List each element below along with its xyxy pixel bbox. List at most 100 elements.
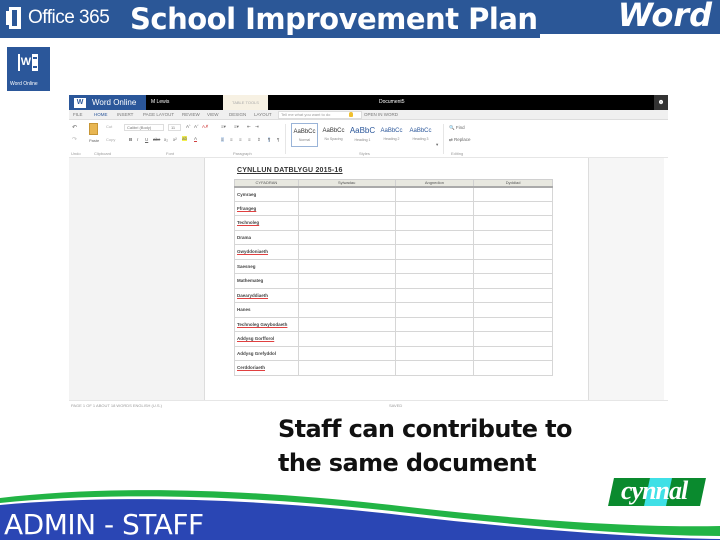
bold-icon[interactable]: B xyxy=(129,137,132,142)
subject-cell[interactable]: Cymraeg xyxy=(234,186,299,202)
empty-cell[interactable] xyxy=(473,316,553,332)
empty-cell[interactable] xyxy=(394,258,475,274)
tab-insert[interactable]: INSERT xyxy=(117,112,133,117)
ltr-icon[interactable]: ¶ xyxy=(268,137,271,142)
empty-cell[interactable] xyxy=(473,331,553,347)
empty-cell[interactable] xyxy=(394,316,475,332)
tab-review[interactable]: REVIEW xyxy=(182,112,200,117)
empty-cell[interactable] xyxy=(473,200,553,216)
align-center-icon[interactable]: ≡ xyxy=(230,137,233,142)
copy-button[interactable]: Copy xyxy=(106,137,115,142)
empty-cell[interactable] xyxy=(297,360,396,376)
align-right-icon[interactable]: ≡ xyxy=(239,137,242,142)
tab-view[interactable]: VIEW xyxy=(207,112,219,117)
tab-file[interactable]: FILE xyxy=(73,112,83,117)
clear-formatting-icon[interactable]: A✗ xyxy=(202,124,209,130)
subject-cell[interactable]: Addysg Gorfforol xyxy=(234,331,299,347)
empty-cell[interactable] xyxy=(394,345,475,361)
strikethrough-icon[interactable]: abc xyxy=(153,137,160,142)
italic-icon[interactable]: I xyxy=(137,137,138,142)
paste-icon[interactable] xyxy=(89,123,98,135)
font-size-select[interactable]: 11 xyxy=(168,124,181,131)
replace-button[interactable]: ⇄ Replace xyxy=(449,137,471,143)
tab-design[interactable]: DESIGN xyxy=(229,112,246,117)
superscript-icon[interactable]: x² xyxy=(173,137,177,142)
empty-cell[interactable] xyxy=(394,215,475,231)
line-spacing-icon[interactable]: ⇕ xyxy=(257,137,261,143)
empty-cell[interactable] xyxy=(297,186,396,202)
subject-cell[interactable]: Daearyddiaeth xyxy=(234,287,299,303)
empty-cell[interactable] xyxy=(297,229,396,245)
bullets-icon[interactable]: ≡▾ xyxy=(221,124,226,130)
empty-cell[interactable] xyxy=(297,244,396,260)
plan-table[interactable]: CYFADRAN Sylwadau Angnedion Dyddiad Cymr… xyxy=(234,179,553,376)
increase-indent-icon[interactable]: ⇥ xyxy=(255,124,259,130)
subject-cell[interactable]: Technoleg Gwybodaeth xyxy=(234,316,299,332)
empty-cell[interactable] xyxy=(394,186,475,202)
empty-cell[interactable] xyxy=(297,273,396,289)
style-heading-3[interactable]: AaBbCc Heading 3 xyxy=(407,123,434,147)
empty-cell[interactable] xyxy=(473,258,553,274)
empty-cell[interactable] xyxy=(473,229,553,245)
subject-cell[interactable]: Ffrangeg xyxy=(234,200,299,216)
empty-cell[interactable] xyxy=(297,287,396,303)
decrease-indent-icon[interactable]: ⇤ xyxy=(247,124,251,130)
highlight-icon[interactable]: ab xyxy=(182,136,188,141)
font-name-select[interactable]: Calibri (Body) xyxy=(124,124,164,131)
empty-cell[interactable] xyxy=(473,345,553,361)
empty-cell[interactable] xyxy=(473,287,553,303)
justify-icon[interactable]: ≡ xyxy=(248,137,251,142)
align-left-icon[interactable]: ≡ xyxy=(221,137,224,142)
empty-cell[interactable] xyxy=(394,244,475,260)
font-color-icon[interactable]: A xyxy=(194,136,197,141)
empty-cell[interactable] xyxy=(394,287,475,303)
redo-icon[interactable]: ↷ xyxy=(72,136,77,143)
underline-icon[interactable]: U xyxy=(145,137,148,142)
empty-cell[interactable] xyxy=(297,200,396,216)
style-normal[interactable]: AaBbCc Normal xyxy=(291,123,318,147)
subject-cell[interactable]: Addysg Grefyddol xyxy=(234,345,299,361)
subject-cell[interactable]: Cerddoriaeth xyxy=(234,360,299,376)
subject-cell[interactable]: Drama xyxy=(234,229,299,245)
empty-cell[interactable] xyxy=(394,360,475,376)
empty-cell[interactable] xyxy=(297,302,396,318)
empty-cell[interactable] xyxy=(473,360,553,376)
empty-cell[interactable] xyxy=(473,215,553,231)
subject-cell[interactable]: Gwyddoniaeth xyxy=(234,244,299,260)
tab-home[interactable]: HOME xyxy=(94,112,108,117)
empty-cell[interactable] xyxy=(394,331,475,347)
cut-button[interactable]: Cut xyxy=(106,124,112,129)
empty-cell[interactable] xyxy=(394,229,475,245)
numbering-icon[interactable]: ≡▾ xyxy=(234,124,239,130)
empty-cell[interactable] xyxy=(297,215,396,231)
subject-cell[interactable]: Mathemateg xyxy=(234,273,299,289)
empty-cell[interactable] xyxy=(297,331,396,347)
empty-cell[interactable] xyxy=(297,345,396,361)
subject-cell[interactable]: Hanes xyxy=(234,302,299,318)
empty-cell[interactable] xyxy=(394,302,475,318)
grow-font-icon[interactable]: Aˆ xyxy=(186,124,191,129)
subject-cell[interactable]: Saesneg xyxy=(234,258,299,274)
style-heading-2[interactable]: AaBbCc Heading 2 xyxy=(378,123,405,147)
empty-cell[interactable] xyxy=(297,316,396,332)
empty-cell[interactable] xyxy=(394,273,475,289)
word-online-tile[interactable]: W Word Online xyxy=(7,47,50,91)
subject-cell[interactable]: Technoleg xyxy=(234,215,299,231)
find-button[interactable]: 🔍 Find xyxy=(449,125,465,131)
tab-layout[interactable]: LAYOUT xyxy=(254,112,272,117)
paste-label[interactable]: Paste xyxy=(89,138,99,143)
style-no-spacing[interactable]: AaBbCc No Spacing xyxy=(320,123,347,147)
empty-cell[interactable] xyxy=(394,200,475,216)
styles-more-icon[interactable]: ▾ xyxy=(436,142,438,148)
empty-cell[interactable] xyxy=(473,244,553,260)
document-name[interactable]: Document5 xyxy=(379,99,405,105)
undo-icon[interactable]: ↶ xyxy=(72,124,77,131)
empty-cell[interactable] xyxy=(473,186,553,202)
shrink-font-icon[interactable]: Aˇ xyxy=(194,124,199,129)
empty-cell[interactable] xyxy=(473,302,553,318)
open-in-word-button[interactable]: OPEN IN WORD xyxy=(364,112,398,117)
subscript-icon[interactable]: x₂ xyxy=(164,137,168,142)
account-icon[interactable]: ☻ xyxy=(654,95,668,110)
style-heading-1[interactable]: AaBbC Heading 1 xyxy=(349,123,376,147)
show-marks-icon[interactable]: ¶ xyxy=(277,137,279,142)
